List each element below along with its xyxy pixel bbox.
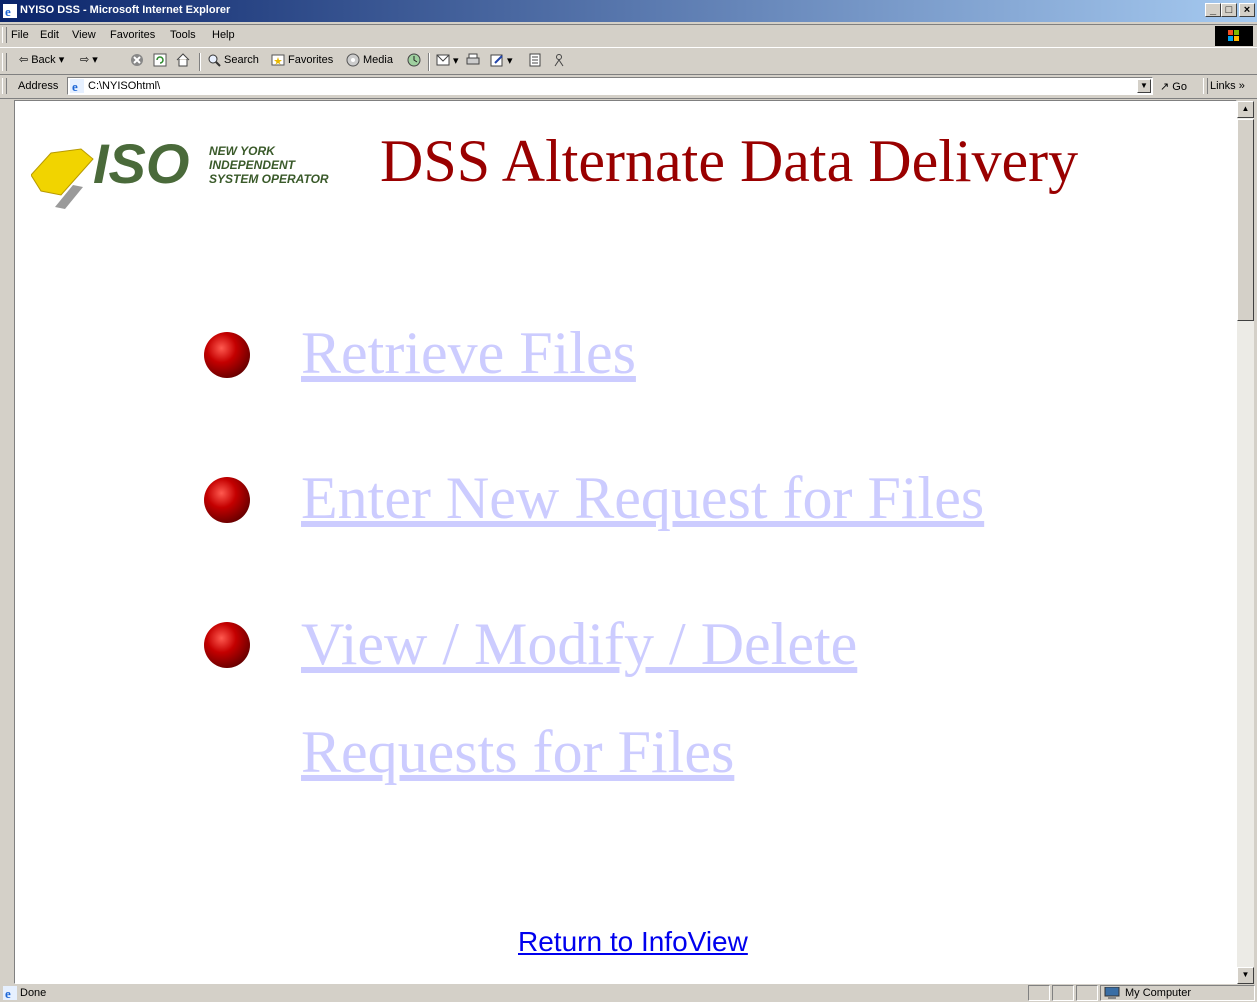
links-grip — [1203, 78, 1208, 94]
print-icon — [466, 53, 480, 65]
my-computer-icon — [1104, 987, 1120, 999]
status-bar: e Done My Computer — [0, 985, 1257, 1002]
print-button[interactable] — [466, 53, 480, 67]
windows-flag-icon — [1215, 26, 1253, 46]
search-button[interactable]: Search — [207, 53, 259, 67]
standard-toolbar: ⇦ Back ▾ ⇨ ▾ Search Favorites Media ▾ ▾ — [0, 49, 1257, 75]
forward-arrow-icon: ⇨ — [80, 54, 90, 66]
status-panel — [1052, 985, 1074, 1001]
stop-icon — [131, 54, 143, 66]
addressbar-grip — [2, 78, 7, 94]
favorites-button[interactable]: Favorites — [271, 53, 333, 67]
bullet-icon — [204, 477, 250, 523]
menu-bar: File Edit View Favorites Tools Help — [0, 24, 1257, 48]
return-to-infoview-link[interactable]: Return to InfoView — [518, 926, 748, 958]
favorites-label: Favorites — [288, 54, 334, 66]
status-panel — [1076, 985, 1098, 1001]
media-label: Media — [363, 54, 393, 66]
menubar-grip — [2, 27, 7, 43]
address-bar: Address e C:\NYISOhtml\ ▼ ↗ Go Links » — [0, 75, 1257, 99]
minimize-button[interactable]: _ — [1205, 3, 1221, 17]
zone-label: My Computer — [1125, 987, 1192, 999]
logo-line2: INDEPENDENT — [209, 158, 297, 172]
enter-new-request-link[interactable]: Enter New Request for Files — [301, 464, 984, 533]
search-icon — [208, 54, 221, 67]
media-icon — [346, 53, 360, 67]
forward-dropdown-icon[interactable]: ▾ — [92, 53, 98, 66]
logo-iso-text: ISO — [93, 132, 189, 195]
go-label: Go — [1172, 81, 1187, 93]
menu-file[interactable]: File — [11, 29, 29, 41]
messenger-button[interactable] — [552, 53, 566, 67]
svg-text:e: e — [72, 79, 78, 93]
view-modify-delete-link[interactable]: View / Modify / Delete — [301, 610, 857, 679]
logo-line3: SYSTEM OPERATOR — [209, 172, 329, 186]
page-icon: e — [70, 79, 84, 93]
retrieve-files-link[interactable]: Retrieve Files — [301, 319, 636, 388]
nyiso-logo: ISO NEW YORK INDEPENDENT SYSTEM OPERATOR — [31, 132, 329, 209]
address-value: C:\NYISOhtml\ — [88, 80, 161, 92]
go-arrow-icon: ↗ — [1160, 81, 1170, 93]
menu-help[interactable]: Help — [212, 29, 235, 41]
window-title: NYISO DSS - Microsoft Internet Explorer — [20, 4, 231, 16]
page-status-icon: e — [3, 986, 17, 1000]
close-button[interactable]: × — [1239, 3, 1255, 17]
svg-text:e: e — [5, 4, 11, 18]
stop-button[interactable] — [130, 53, 144, 67]
toolbar-separator — [428, 53, 430, 71]
discuss-button[interactable] — [528, 53, 542, 67]
favorites-icon — [271, 54, 285, 66]
svg-text:e: e — [5, 986, 11, 1000]
logo-line1: NEW YORK — [209, 144, 276, 158]
edit-icon — [490, 54, 503, 67]
back-label: Back — [31, 53, 56, 66]
toolbar-grip — [2, 53, 7, 71]
bullet-icon — [204, 332, 250, 378]
page-title: DSS Alternate Data Delivery — [380, 128, 1079, 194]
home-icon — [176, 53, 190, 67]
page-viewport: ISO NEW YORK INDEPENDENT SYSTEM OPERATOR… — [14, 100, 1237, 984]
forward-button[interactable]: ⇨ ▾ — [80, 53, 98, 66]
messenger-icon — [554, 54, 564, 67]
history-icon — [407, 53, 421, 67]
back-button[interactable]: ⇦ Back ▾ — [19, 53, 65, 67]
edit-button[interactable]: ▾ — [490, 53, 513, 67]
vertical-scrollbar[interactable]: ▲ ▼ — [1237, 101, 1254, 984]
menu-view[interactable]: View — [72, 29, 96, 41]
mail-dropdown-icon[interactable]: ▾ — [453, 54, 459, 67]
search-label: Search — [224, 54, 259, 66]
scroll-down-icon[interactable]: ▼ — [1237, 967, 1254, 984]
status-panel — [1028, 985, 1050, 1001]
history-button[interactable] — [407, 53, 421, 67]
ie-logo-icon: e — [3, 4, 17, 18]
mail-icon — [436, 54, 450, 66]
menu-tools[interactable]: Tools — [170, 29, 196, 41]
address-dropdown-icon[interactable]: ▼ — [1137, 79, 1151, 93]
address-label: Address — [18, 80, 59, 92]
home-button[interactable] — [176, 53, 190, 67]
status-text: Done — [20, 987, 47, 999]
scroll-thumb[interactable] — [1237, 119, 1254, 321]
go-button[interactable]: ↗ Go — [1160, 80, 1187, 93]
links-button[interactable]: Links » — [1210, 80, 1245, 92]
menu-edit[interactable]: Edit — [40, 29, 59, 41]
maximize-button[interactable]: □ — [1221, 3, 1237, 17]
media-button[interactable]: Media — [346, 53, 393, 67]
refresh-button[interactable] — [153, 53, 167, 67]
requests-for-files-link[interactable]: Requests for Files — [301, 718, 734, 787]
mail-button[interactable]: ▾ — [436, 53, 459, 67]
refresh-icon — [153, 53, 167, 67]
menu-favorites[interactable]: Favorites — [110, 29, 155, 41]
window-title-bar[interactable]: e NYISO DSS - Microsoft Internet Explore… — [0, 0, 1257, 22]
zone-panel: My Computer — [1100, 985, 1255, 1001]
toolbar-separator — [199, 53, 201, 71]
bullet-icon — [204, 622, 250, 668]
scroll-up-icon[interactable]: ▲ — [1237, 101, 1254, 118]
discuss-icon — [529, 53, 541, 67]
address-input[interactable]: e C:\NYISOhtml\ ▼ — [67, 77, 1153, 95]
edit-dropdown-icon[interactable]: ▾ — [507, 54, 513, 67]
back-arrow-icon: ⇦ — [19, 54, 29, 66]
back-dropdown-icon[interactable]: ▾ — [59, 53, 65, 66]
